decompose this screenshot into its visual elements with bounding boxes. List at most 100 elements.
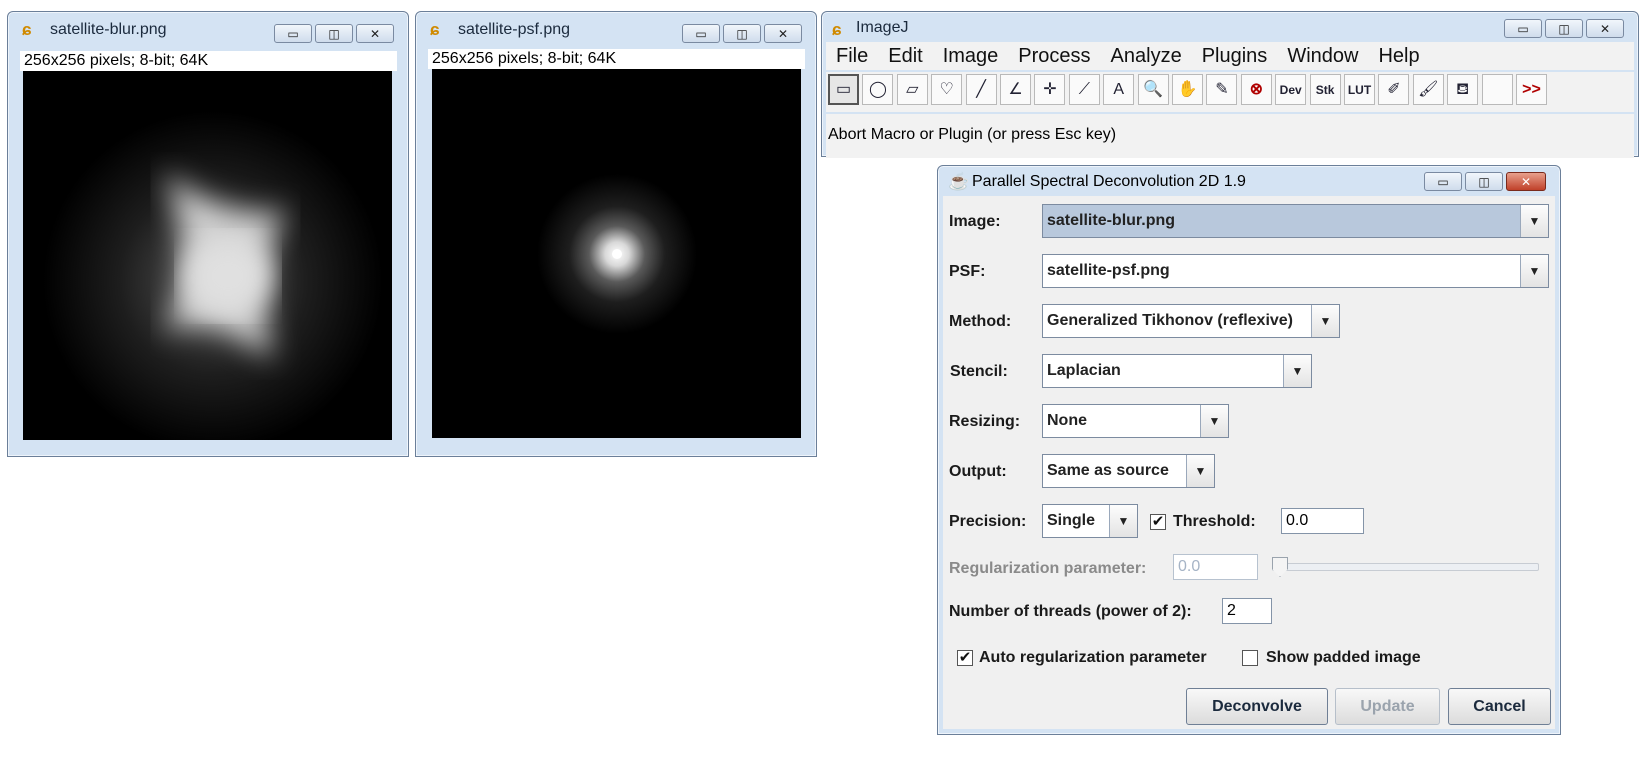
resizing-label: Resizing: xyxy=(949,413,1021,430)
dialog-body: Image: satellite-blur.png ▼ PSF: satelli… xyxy=(943,196,1555,729)
image-info: 256x256 pixels; 8-bit; 64K xyxy=(20,51,397,71)
chevron-down-icon[interactable]: ▼ xyxy=(1520,205,1548,237)
pencil-tool[interactable]: ✐ xyxy=(1378,74,1410,105)
deconvolve-button[interactable]: Deconvolve xyxy=(1186,688,1328,725)
update-button[interactable]: Update xyxy=(1335,688,1440,725)
reg-param-slider-thumb[interactable] xyxy=(1272,557,1288,577)
chevron-down-icon[interactable]: ▼ xyxy=(1283,355,1311,387)
minimize-button[interactable]: ▭ xyxy=(682,24,720,43)
threshold-input[interactable]: 0.0 xyxy=(1281,508,1364,534)
menu-edit[interactable]: Edit xyxy=(878,42,932,70)
deconvolution-dialog[interactable]: ☕ Parallel Spectral Deconvolution 2D 1.9… xyxy=(937,165,1561,735)
polygon-icon: ▱ xyxy=(906,80,919,98)
maximize-button[interactable]: ◫ xyxy=(1545,19,1583,38)
chevron-down-icon[interactable]: ▼ xyxy=(1109,505,1137,537)
menu-help[interactable]: Help xyxy=(1368,42,1429,70)
imagej-main-window[interactable]: ɕ ImageJ ▭ ◫ ✕ File Edit Image Process Analy… xyxy=(821,11,1639,158)
precision-label: Precision: xyxy=(949,513,1027,530)
threshold-checkbox[interactable]: ✔ xyxy=(1150,514,1166,530)
scroll-icon: ✋ xyxy=(1177,80,1198,98)
imagej-microscope-icon: ɕ xyxy=(22,20,32,39)
minimize-button[interactable]: ▭ xyxy=(274,24,312,43)
menu-image[interactable]: Image xyxy=(933,42,1009,70)
satellite-psf-image[interactable] xyxy=(432,69,801,438)
menu-file[interactable]: File xyxy=(826,42,878,70)
maximize-button[interactable]: ◫ xyxy=(723,24,761,43)
title-bar[interactable]: ☕ Parallel Spectral Deconvolution 2D 1.9… xyxy=(938,166,1560,200)
polygon-tool[interactable]: ▱ xyxy=(896,74,928,105)
angle-icon: ∠ xyxy=(1008,80,1023,98)
flood-fill-tool[interactable]: ⛾ xyxy=(1447,74,1479,105)
stk-menu-tool[interactable]: Stk xyxy=(1309,74,1341,105)
stencil-select-value: Laplacian xyxy=(1047,362,1121,379)
show-padded-label: Show padded image xyxy=(1266,649,1421,666)
reg-param-label: Regularization parameter: xyxy=(949,560,1147,577)
java-cup-icon: ☕ xyxy=(948,172,970,191)
psf-select[interactable]: satellite-psf.png ▼ xyxy=(1042,254,1549,288)
image-select[interactable]: satellite-blur.png ▼ xyxy=(1042,204,1549,238)
wand-tool[interactable]: ⟋ xyxy=(1068,74,1100,105)
more-tools[interactable]: >> xyxy=(1516,74,1547,105)
reg-param-slider-track[interactable] xyxy=(1272,563,1539,571)
pencil-icon: ✐ xyxy=(1387,80,1401,98)
psf-select-value: satellite-psf.png xyxy=(1047,262,1170,279)
close-button[interactable]: ✕ xyxy=(356,24,394,43)
point-tool[interactable]: ✛ xyxy=(1034,74,1066,105)
window-title: satellite-psf.png xyxy=(458,21,571,38)
abort-tool[interactable]: ⊗ xyxy=(1240,74,1272,105)
menu-plugins[interactable]: Plugins xyxy=(1192,42,1278,70)
lut-menu-tool[interactable]: LUT xyxy=(1344,74,1375,105)
freehand-tool[interactable]: ♡ xyxy=(931,74,963,105)
lut-menu-icon: LUT xyxy=(1347,82,1372,97)
rectangle-tool[interactable]: ▭ xyxy=(828,74,859,105)
color-picker-tool[interactable]: ✎ xyxy=(1206,74,1238,105)
close-button[interactable]: ✕ xyxy=(1506,172,1546,191)
menu-window[interactable]: Window xyxy=(1277,42,1368,70)
close-button[interactable]: ✕ xyxy=(764,24,802,43)
oval-tool[interactable]: ◯ xyxy=(862,74,894,105)
method-select-value: Generalized Tikhonov (reflexive) xyxy=(1047,312,1294,329)
maximize-button[interactable]: ◫ xyxy=(315,24,353,43)
chevron-down-icon[interactable]: ▼ xyxy=(1311,305,1339,337)
brush-tool[interactable]: 🖌 xyxy=(1412,74,1444,105)
text-tool[interactable]: A xyxy=(1103,74,1135,105)
auto-reg-checkbox[interactable]: ✔ xyxy=(957,650,973,666)
chevron-down-icon[interactable]: ▼ xyxy=(1520,255,1548,287)
threads-input[interactable]: 2 xyxy=(1222,598,1272,624)
dev-menu-icon: Dev xyxy=(1279,82,1302,97)
chevron-down-icon[interactable]: ▼ xyxy=(1200,405,1228,437)
satellite-blur-image[interactable] xyxy=(23,71,392,451)
cancel-button[interactable]: Cancel xyxy=(1448,688,1551,725)
reg-param-input[interactable]: 0.0 xyxy=(1173,554,1258,580)
empty-tool[interactable] xyxy=(1481,74,1513,105)
chevron-down-icon[interactable]: ▼ xyxy=(1186,455,1214,487)
point-icon: ✛ xyxy=(1043,80,1057,98)
imagej-microscope-icon: ɕ xyxy=(430,20,440,39)
title-bar[interactable]: ɕ satellite-blur.png ▭ ◫ ✕ xyxy=(8,12,408,46)
show-padded-checkbox[interactable] xyxy=(1242,650,1258,666)
satellite-blur-window[interactable]: ɕ satellite-blur.png ▭ ◫ ✕ 256x256 pixel… xyxy=(7,11,409,457)
satellite-psf-window[interactable]: ɕ satellite-psf.png ▭ ◫ ✕ 256x256 pixels… xyxy=(415,11,817,457)
menu-process[interactable]: Process xyxy=(1008,42,1100,70)
title-bar[interactable]: ɕ satellite-psf.png ▭ ◫ ✕ xyxy=(416,12,816,46)
resizing-select[interactable]: None ▼ xyxy=(1042,404,1229,438)
title-bar[interactable]: ɕ ImageJ ▭ ◫ ✕ xyxy=(822,12,1638,46)
precision-select[interactable]: Single ▼ xyxy=(1042,504,1138,538)
angle-tool[interactable]: ∠ xyxy=(1000,74,1031,105)
scroll-tool[interactable]: ✋ xyxy=(1172,74,1203,105)
color-picker-icon: ✎ xyxy=(1215,80,1229,98)
output-select[interactable]: Same as source ▼ xyxy=(1042,454,1215,488)
zoom-icon: 🔍 xyxy=(1143,80,1164,98)
minimize-button[interactable]: ▭ xyxy=(1424,172,1462,191)
stencil-select[interactable]: Laplacian ▼ xyxy=(1042,354,1312,388)
method-select[interactable]: Generalized Tikhonov (reflexive) ▼ xyxy=(1042,304,1340,338)
output-label: Output: xyxy=(949,463,1007,480)
zoom-tool[interactable]: 🔍 xyxy=(1137,74,1169,105)
dev-menu-tool[interactable]: Dev xyxy=(1275,74,1307,105)
minimize-button[interactable]: ▭ xyxy=(1504,19,1542,38)
flood-fill-icon: ⛾ xyxy=(1456,80,1470,98)
close-button[interactable]: ✕ xyxy=(1586,19,1624,38)
menu-analyze[interactable]: Analyze xyxy=(1101,42,1192,70)
maximize-button[interactable]: ◫ xyxy=(1465,172,1503,191)
line-tool[interactable]: ╱ xyxy=(965,74,997,105)
